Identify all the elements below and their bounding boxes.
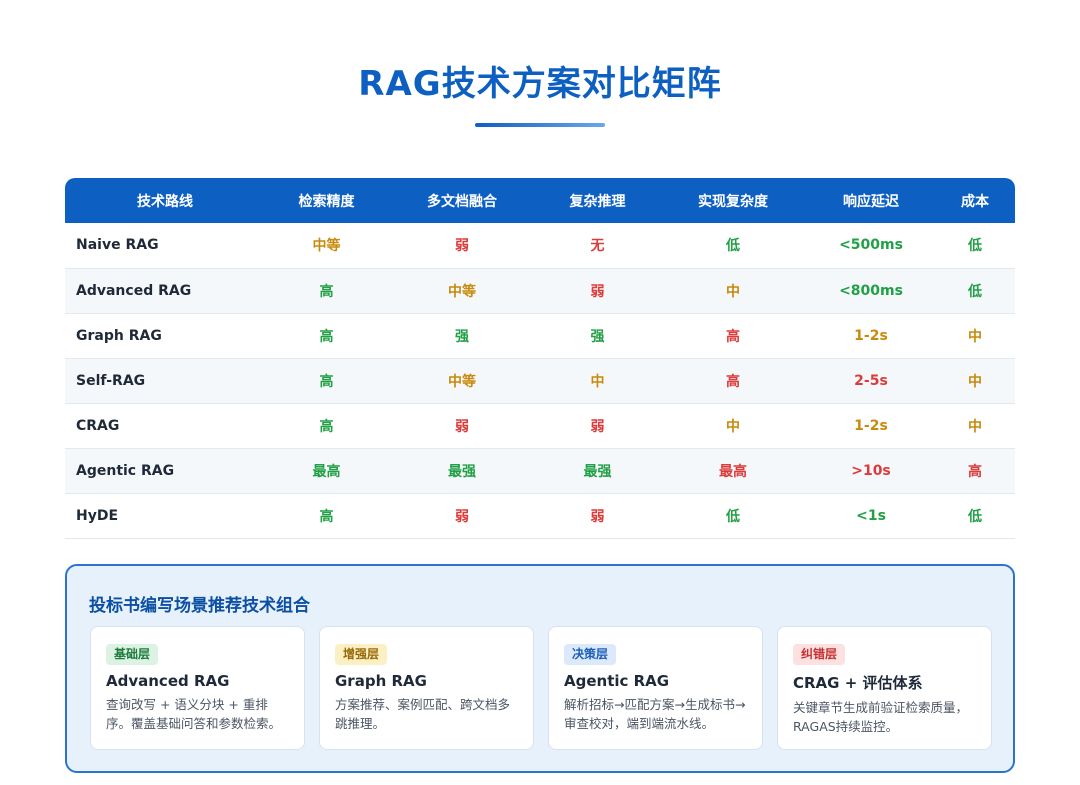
- route-name-cell: Self-RAG: [76, 372, 146, 389]
- rating-cell: <800ms: [839, 282, 903, 299]
- rating-cell: 强: [455, 328, 469, 345]
- rating-cell: 中: [726, 283, 740, 300]
- card-decision: 决策层 Agentic RAG 解析招标→匹配方案→生成标书→审查校对，端到端流…: [548, 626, 763, 750]
- card-description: 关键章节生成前验证检索质量，RAGAS持续监控。: [793, 700, 969, 734]
- rating-cell: 最强: [448, 463, 476, 480]
- route-name-cell: Graph RAG: [76, 327, 162, 344]
- header-route: 技术路线: [137, 193, 193, 210]
- card-foundation: 基础层 Advanced RAG 查询改写 + 语义分块 + 重排序。覆盖基础问…: [90, 626, 305, 750]
- header-multidoc: 多文档融合: [427, 193, 497, 210]
- header-complexity: 实现复杂度: [698, 193, 768, 210]
- rating-cell: 高: [319, 418, 334, 435]
- card-correction: 纠错层 CRAG + 评估体系 关键章节生成前验证检索质量，RAGAS持续监控。: [777, 626, 992, 750]
- card-title: Graph RAG: [335, 672, 427, 690]
- rating-cell: 高: [968, 463, 982, 480]
- header-reasoning: 复杂推理: [569, 193, 626, 210]
- rating-cell: <1s: [856, 507, 886, 524]
- rating-cell: 高: [726, 328, 740, 345]
- rating-cell: 低: [726, 508, 740, 525]
- route-name-cell: HyDE: [76, 507, 119, 524]
- header-cost: 成本: [961, 193, 989, 210]
- table-row: HyDE 高 弱 弱 低 <1s 低: [65, 493, 1015, 538]
- rating-cell: 弱: [455, 508, 469, 525]
- rating-cell: 2-5s: [854, 372, 888, 389]
- rating-cell: 弱: [455, 238, 469, 255]
- badge-enhancement: 增强层: [335, 644, 388, 665]
- table-header-row: 技术路线 检索精度 多文档融合 复杂推理 实现复杂度 响应延迟 成本: [65, 178, 1015, 223]
- title-underline: [475, 123, 605, 127]
- rating-cell: 高: [726, 373, 740, 390]
- rating-cell: <500ms: [839, 237, 903, 254]
- rating-cell: 高: [319, 328, 334, 345]
- rating-cell: 弱: [455, 418, 469, 435]
- rating-cell: 中: [968, 373, 982, 390]
- route-name-cell: Naive RAG: [76, 237, 159, 254]
- rating-cell: 最强: [583, 463, 612, 480]
- comparison-table: 技术路线 检索精度 多文档融合 复杂推理 实现复杂度 响应延迟 成本 Naive…: [65, 178, 1015, 539]
- rating-cell: 中: [968, 328, 982, 345]
- rating-cell: 低: [726, 238, 740, 255]
- rating-cell: 弱: [590, 418, 605, 435]
- route-name-cell: CRAG: [76, 417, 120, 434]
- rating-cell: 1-2s: [854, 417, 888, 434]
- card-title: Agentic RAG: [564, 672, 670, 690]
- badge-correction: 纠错层: [793, 644, 846, 665]
- rating-cell: 强: [590, 328, 605, 345]
- rating-cell: 弱: [590, 508, 605, 525]
- rating-cell: 中: [726, 418, 740, 435]
- rating-cell: 中等: [448, 373, 476, 390]
- page-title: RAG技术方案对比矩阵: [358, 64, 722, 104]
- table-row: CRAG 高 弱 弱 中 1-2s 中: [65, 403, 1015, 448]
- table-row: Self-RAG 高 中等 中 高 2-5s 中: [65, 358, 1015, 403]
- rating-cell: 低: [968, 508, 982, 525]
- card-description: 方案推荐、案例匹配、跨文档多跳推理。: [335, 697, 511, 731]
- table-row: Agentic RAG 最高 最强 最强 最高 >10s 高: [65, 448, 1015, 493]
- rating-cell: 中等: [312, 238, 341, 255]
- rating-cell: 中: [968, 418, 982, 435]
- rating-cell: 最高: [312, 463, 341, 480]
- table-row: Naive RAG 中等 弱 无 低 <500ms 低: [65, 223, 1015, 268]
- rating-cell: 无: [590, 238, 605, 255]
- table-row: Advanced RAG 高 中等 弱 中 <800ms 低: [65, 268, 1015, 313]
- badge-decision: 决策层: [564, 644, 617, 665]
- rating-cell: 1-2s: [854, 327, 888, 344]
- card-enhancement: 增强层 Graph RAG 方案推荐、案例匹配、跨文档多跳推理。: [319, 626, 534, 750]
- rating-cell: 弱: [590, 283, 605, 300]
- card-description: 解析招标→匹配方案→生成标书→审查校对，端到端流水线。: [564, 697, 746, 731]
- rating-cell: 高: [319, 508, 334, 525]
- rating-cell: >10s: [851, 462, 891, 479]
- rating-cell: 中等: [448, 283, 476, 300]
- route-name-cell: Agentic RAG: [76, 462, 175, 479]
- recommendation-panel: 投标书编写场景推荐技术组合 基础层 Advanced RAG 查询改写 + 语义…: [65, 564, 1015, 773]
- rating-cell: 低: [968, 283, 982, 300]
- badge-foundation: 基础层: [106, 644, 159, 665]
- card-title: Advanced RAG: [106, 672, 230, 690]
- card-description: 查询改写 + 语义分块 + 重排序。覆盖基础问答和参数检索。: [106, 697, 282, 731]
- table-row: Graph RAG 高 强 强 高 1-2s 中: [65, 313, 1015, 358]
- route-name-cell: Advanced RAG: [76, 282, 192, 299]
- rating-cell: 高: [319, 283, 334, 300]
- header-precision: 检索精度: [298, 193, 355, 210]
- rating-cell: 最高: [719, 463, 747, 480]
- recommendation-title: 投标书编写场景推荐技术组合: [89, 596, 310, 616]
- header-latency: 响应延迟: [843, 193, 899, 210]
- rating-cell: 中: [590, 373, 605, 390]
- rating-cell: 低: [968, 238, 982, 255]
- card-title: CRAG + 评估体系: [793, 674, 923, 692]
- rating-cell: 高: [319, 373, 334, 390]
